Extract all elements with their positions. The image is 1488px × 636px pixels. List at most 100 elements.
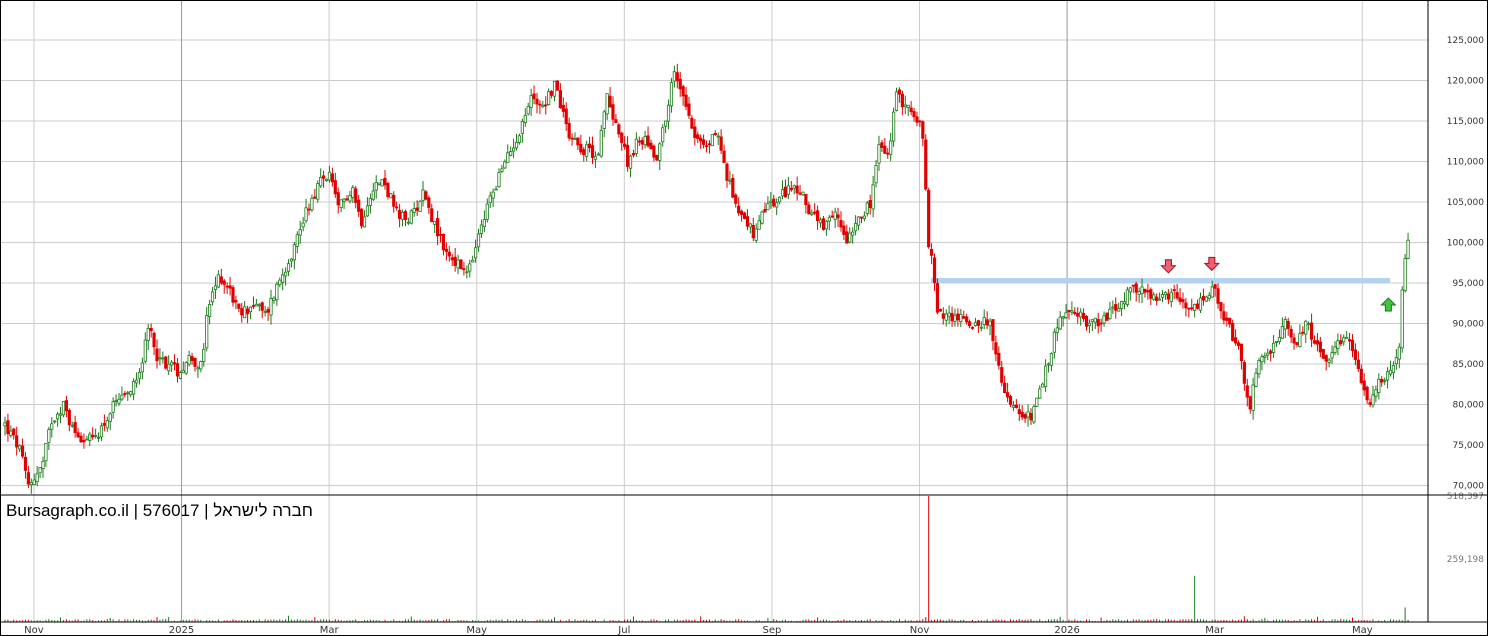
candle-body bbox=[1067, 309, 1071, 313]
candle-body bbox=[146, 328, 150, 341]
candle-body bbox=[497, 172, 501, 188]
candle-body bbox=[205, 315, 209, 349]
candle-body bbox=[970, 327, 975, 329]
candle-body bbox=[891, 111, 896, 142]
candle-body bbox=[471, 259, 475, 263]
candle-body bbox=[757, 220, 761, 230]
candle-body bbox=[836, 214, 840, 219]
candle-body bbox=[64, 400, 68, 412]
candle-body bbox=[175, 363, 180, 377]
candle-body bbox=[310, 197, 314, 211]
candle-body bbox=[775, 202, 779, 208]
candle-body bbox=[950, 313, 954, 322]
candle-body bbox=[23, 456, 28, 471]
candle-body bbox=[769, 200, 773, 203]
candle-body bbox=[15, 435, 19, 448]
candle-body bbox=[1339, 340, 1343, 345]
candle-body bbox=[614, 119, 618, 124]
candle-body bbox=[1011, 405, 1016, 408]
candle-body bbox=[79, 435, 83, 443]
candle-body bbox=[742, 212, 747, 219]
candle-body bbox=[1014, 404, 1018, 409]
candle-body bbox=[1046, 363, 1051, 366]
candle-body bbox=[544, 104, 548, 107]
candle-body bbox=[567, 123, 571, 139]
candle-body bbox=[772, 198, 776, 207]
x-tick-label: 2026 bbox=[1054, 625, 1079, 636]
candle-body bbox=[1304, 320, 1308, 335]
candle-body bbox=[959, 313, 963, 322]
candle-body bbox=[76, 432, 80, 438]
volume-tick-label: 518,397 bbox=[1447, 492, 1484, 502]
candle-body bbox=[658, 143, 662, 161]
candle-body bbox=[1318, 341, 1322, 353]
candle-body bbox=[444, 248, 448, 252]
candle-body bbox=[88, 433, 92, 441]
candle-body bbox=[1032, 406, 1036, 423]
candle-body bbox=[780, 189, 785, 197]
candle-body bbox=[722, 150, 726, 163]
candle-body bbox=[804, 193, 808, 206]
candle-body bbox=[932, 257, 937, 284]
candle-body bbox=[1023, 414, 1027, 419]
candle-body bbox=[856, 216, 861, 226]
candle-body bbox=[1254, 372, 1258, 387]
candle-body bbox=[421, 189, 425, 201]
candle-body bbox=[1298, 333, 1302, 347]
candle-body bbox=[1365, 386, 1369, 401]
candle-body bbox=[745, 216, 750, 227]
candle-body bbox=[1195, 303, 1200, 309]
candle-body bbox=[1038, 388, 1042, 399]
candle-body bbox=[278, 279, 282, 286]
candle-body bbox=[1119, 301, 1124, 309]
candle-body bbox=[476, 233, 481, 248]
candle-body bbox=[628, 155, 633, 169]
candle-body bbox=[272, 297, 276, 301]
candle-body bbox=[558, 90, 562, 109]
candle-body bbox=[1353, 349, 1358, 360]
candle-body bbox=[924, 139, 928, 190]
candle-body bbox=[386, 183, 390, 197]
candle-body bbox=[1160, 294, 1165, 298]
candle-body bbox=[646, 135, 650, 147]
candle-body bbox=[339, 199, 343, 209]
candle-body bbox=[73, 422, 77, 434]
candle-body bbox=[1231, 322, 1235, 341]
candle-body bbox=[465, 271, 469, 274]
candle-body bbox=[427, 197, 431, 208]
candle-body bbox=[383, 177, 387, 186]
resistance-line bbox=[931, 278, 1390, 284]
candle-body bbox=[997, 352, 1001, 366]
candle-body bbox=[1143, 288, 1147, 293]
candle-body bbox=[170, 361, 174, 366]
candle-body bbox=[102, 423, 106, 426]
candle-body bbox=[44, 442, 48, 462]
candle-body bbox=[199, 361, 203, 370]
candle-body bbox=[684, 94, 688, 107]
candle-body bbox=[789, 187, 793, 191]
candle-body bbox=[953, 314, 957, 322]
candle-body bbox=[1125, 289, 1130, 305]
candle-body bbox=[1356, 359, 1360, 370]
candle-body bbox=[1213, 284, 1217, 289]
candle-body bbox=[713, 133, 717, 135]
candle-body bbox=[1263, 355, 1267, 358]
candle-body bbox=[1283, 319, 1287, 330]
candle-body bbox=[739, 210, 744, 215]
candle-body bbox=[368, 197, 372, 206]
y-tick-label: 110,000 bbox=[1447, 158, 1484, 168]
candle-body bbox=[251, 304, 256, 307]
candle-body bbox=[360, 208, 364, 227]
candle-body bbox=[120, 394, 124, 400]
candle-body bbox=[430, 208, 434, 222]
candle-body bbox=[1242, 362, 1246, 384]
x-tick-label: Mar bbox=[1205, 625, 1225, 636]
candle-body bbox=[1266, 352, 1270, 356]
candle-body bbox=[193, 357, 197, 367]
candle-body bbox=[485, 203, 489, 220]
x-tick-label: 2025 bbox=[169, 625, 194, 636]
candle-body bbox=[792, 185, 796, 189]
candle-body bbox=[53, 420, 57, 423]
candle-body bbox=[1043, 365, 1048, 387]
candle-body bbox=[99, 425, 104, 438]
